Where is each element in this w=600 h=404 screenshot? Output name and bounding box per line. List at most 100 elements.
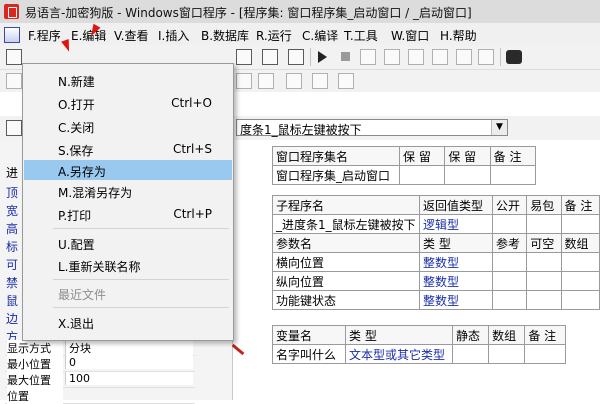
table-header-row: 子程序名 返回值类型 公开 易包 备 注 — [272, 195, 600, 215]
table-cell[interactable] — [524, 344, 566, 364]
property-value[interactable]: 100 — [65, 372, 193, 385]
table-cell[interactable]: 名字叫什么 — [272, 344, 346, 364]
menu-window[interactable]: W.窗口 — [391, 27, 429, 44]
panel-layout-icon[interactable] — [288, 49, 304, 65]
table-row[interactable]: 功能键状态 整数型 — [272, 290, 600, 310]
table-header-row: 窗口程序集名 保 留 保 留 备 注 — [272, 146, 537, 166]
binoculars-icon[interactable] — [506, 50, 522, 64]
property-row[interactable]: 位置 — [5, 388, 195, 404]
table-cell[interactable] — [560, 252, 600, 272]
same-size-icon[interactable] — [338, 73, 354, 89]
property-label: 边 — [6, 312, 19, 326]
run-icon[interactable] — [318, 51, 327, 63]
pencil-icon — [231, 343, 245, 356]
align-center-icon[interactable] — [236, 73, 252, 89]
table-cell[interactable]: 逻辑型 — [419, 214, 493, 234]
same-height-icon[interactable] — [312, 73, 328, 89]
property-row[interactable]: 最大位置 100 — [5, 372, 195, 388]
menu-separator — [53, 279, 229, 280]
align-icon[interactable] — [6, 73, 22, 89]
table-cell[interactable] — [526, 252, 562, 272]
menu-item-relink-names[interactable]: L.重新关联名称 — [24, 255, 232, 275]
property-label: 禁 — [6, 276, 19, 290]
table-cell[interactable] — [560, 214, 600, 234]
table-row[interactable]: _进度条1_鼠标左键被按下 逻辑型 — [272, 214, 600, 234]
menu-item-new[interactable]: N.新建 — [24, 70, 232, 90]
property-label: 可 — [6, 258, 19, 272]
property-label: 高 — [6, 222, 19, 236]
column-header: 数组 — [560, 233, 600, 253]
chevron-down-icon[interactable]: ▼ — [491, 120, 507, 135]
menu-item-config[interactable]: U.配置 — [24, 233, 232, 253]
menu-run[interactable]: R.运行 — [256, 27, 292, 44]
step-into-icon[interactable] — [360, 49, 376, 65]
table-cell[interactable]: 功能键状态 — [272, 290, 420, 310]
menu-help[interactable]: H.帮助 — [440, 27, 477, 44]
table-cell[interactable] — [560, 271, 600, 291]
column-header: 保 留 — [398, 146, 446, 166]
table-cell[interactable] — [488, 344, 526, 364]
step-over-icon[interactable] — [384, 49, 400, 65]
table-row[interactable]: 窗口程序集_启动窗口 — [272, 165, 537, 185]
menu-item-obfuscate-save-as[interactable]: M.混淆另存为 — [24, 181, 232, 201]
panel-tab-label[interactable]: 进 — [6, 164, 18, 181]
debug-icon[interactable] — [456, 49, 472, 65]
window-layout-icon[interactable] — [262, 49, 278, 65]
table-cell[interactable]: 纵向位置 — [272, 271, 420, 291]
component-icon[interactable] — [6, 120, 22, 136]
menu-item-save-as[interactable]: A.另存为 — [24, 160, 232, 180]
table-cell[interactable] — [560, 290, 600, 310]
subprogram-table: 子程序名 返回值类型 公开 易包 备 注 _进度条1_鼠标左键被按下 逻辑型 参… — [272, 195, 600, 310]
table-cell[interactable]: 横向位置 — [272, 252, 420, 272]
menu-program[interactable]: F.程序 — [28, 27, 61, 44]
menu-database[interactable]: B.数据库 — [201, 27, 249, 44]
menu-compile[interactable]: C.编译 — [302, 27, 338, 44]
table-cell[interactable]: _进度条1_鼠标左键被按下 — [272, 214, 420, 234]
table-row[interactable]: 横向位置 整数型 — [272, 252, 600, 272]
menu-item-print[interactable]: P.打印 Ctrl+P — [24, 204, 232, 224]
program-icon[interactable] — [4, 27, 20, 43]
menu-item-close[interactable]: C.关闭 — [24, 116, 232, 136]
table-cell[interactable]: 整数型 — [419, 290, 493, 310]
same-width-icon[interactable] — [286, 73, 302, 89]
menu-view[interactable]: V.查看 — [114, 27, 148, 44]
table-cell[interactable]: 整数型 — [419, 271, 493, 291]
property-value[interactable]: 0 — [65, 356, 193, 369]
property-value[interactable]: 分块 — [65, 340, 193, 356]
property-key: 显示方式 — [7, 340, 63, 356]
table-cell[interactable] — [526, 271, 562, 291]
table-cell[interactable]: 整数型 — [419, 252, 493, 272]
property-row[interactable]: 显示方式 分块 — [5, 340, 195, 356]
table-cell[interactable] — [444, 165, 491, 185]
column-header: 返回值类型 — [419, 195, 493, 215]
table-row[interactable]: 名字叫什么 文本型或其它类型 — [272, 344, 566, 364]
menu-tools[interactable]: T.工具 — [344, 27, 378, 44]
hand-icon[interactable] — [478, 49, 494, 65]
run-to-cursor-icon[interactable] — [432, 49, 448, 65]
table-cell[interactable] — [491, 214, 528, 234]
menu-item-exit[interactable]: X.退出 — [24, 312, 232, 332]
property-label: 宽 — [6, 204, 19, 218]
table-cell[interactable] — [489, 165, 537, 185]
table-cell[interactable] — [491, 252, 528, 272]
menu-insert[interactable]: I.插入 — [158, 27, 189, 44]
new-file-icon[interactable] — [6, 49, 22, 65]
table-cell[interactable]: 窗口程序集_启动窗口 — [272, 165, 400, 185]
toolbar-divider — [500, 48, 501, 66]
property-row[interactable]: 最小位置 0 — [5, 356, 195, 372]
table-cell[interactable]: 文本型或其它类型 — [345, 344, 453, 364]
table-cell[interactable] — [451, 344, 490, 364]
table-cell[interactable] — [491, 271, 528, 291]
align-middle-icon[interactable] — [258, 73, 274, 89]
table-cell[interactable] — [491, 290, 528, 310]
table-cell[interactable] — [526, 290, 562, 310]
step-out-icon[interactable] — [408, 49, 424, 65]
stop-icon[interactable] — [341, 52, 350, 61]
table-cell[interactable] — [398, 165, 446, 185]
layout-grid-icon[interactable] — [236, 49, 252, 65]
event-select[interactable]: 度条1_鼠标左键被按下 ▼ — [236, 119, 508, 137]
menu-item-open[interactable]: O.打开 Ctrl+O — [24, 93, 232, 113]
menu-item-save[interactable]: S.保存 Ctrl+S — [24, 139, 232, 159]
table-row[interactable]: 纵向位置 整数型 — [272, 271, 600, 291]
table-cell[interactable] — [526, 214, 562, 234]
